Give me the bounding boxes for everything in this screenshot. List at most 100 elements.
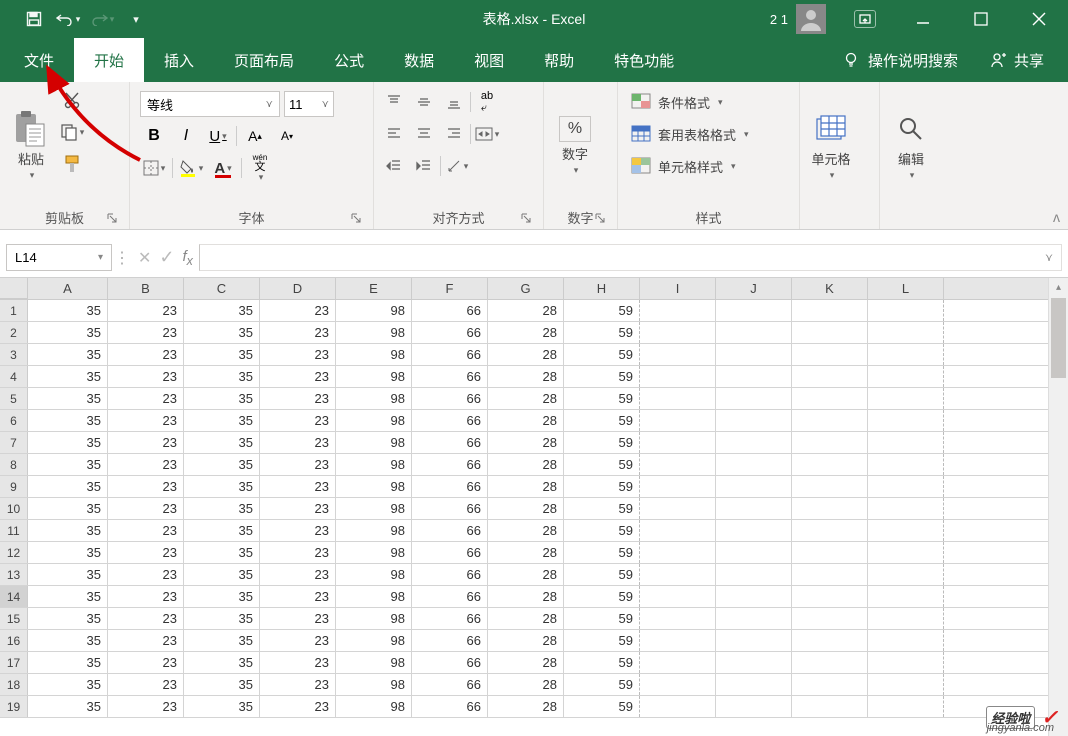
cell[interactable]: 35	[28, 674, 108, 695]
cell[interactable]: 35	[184, 520, 260, 541]
cell[interactable]	[868, 564, 944, 585]
cell[interactable]: 28	[488, 696, 564, 717]
row-header[interactable]: 7	[0, 432, 28, 453]
column-header[interactable]: A	[28, 278, 108, 299]
cell[interactable]: 23	[108, 300, 184, 321]
cell[interactable]: 35	[184, 432, 260, 453]
cell[interactable]: 98	[336, 586, 412, 607]
cell[interactable]	[716, 564, 792, 585]
cell[interactable]	[716, 344, 792, 365]
cell[interactable]: 23	[108, 454, 184, 475]
increase-indent-button[interactable]	[410, 152, 438, 180]
cell[interactable]	[868, 542, 944, 563]
cell[interactable]: 59	[564, 344, 640, 365]
tell-me-search[interactable]: 操作说明搜索	[830, 50, 970, 71]
cell[interactable]: 59	[564, 696, 640, 717]
cell[interactable]	[716, 322, 792, 343]
cell[interactable]	[868, 652, 944, 673]
cell[interactable]: 59	[564, 630, 640, 651]
row-header[interactable]: 3	[0, 344, 28, 365]
row-header[interactable]: 19	[0, 696, 28, 717]
tab-view[interactable]: 视图	[454, 38, 524, 82]
cell[interactable]: 23	[108, 696, 184, 717]
cell[interactable]	[716, 520, 792, 541]
merge-button[interactable]: ▾	[473, 120, 501, 148]
minimize-button[interactable]	[894, 0, 952, 38]
column-header[interactable]: C	[184, 278, 260, 299]
tab-formulas[interactable]: 公式	[314, 38, 384, 82]
bold-button[interactable]: B	[140, 122, 168, 150]
number-launcher[interactable]	[593, 211, 607, 225]
cell[interactable]	[868, 674, 944, 695]
cell[interactable]: 23	[260, 322, 336, 343]
column-header[interactable]: J	[716, 278, 792, 299]
save-icon[interactable]	[18, 4, 50, 34]
cell[interactable]	[640, 586, 716, 607]
cell[interactable]	[640, 476, 716, 497]
cell[interactable]: 59	[564, 586, 640, 607]
cell[interactable]: 98	[336, 542, 412, 563]
cell[interactable]	[792, 608, 868, 629]
cell[interactable]: 98	[336, 432, 412, 453]
cell[interactable]	[716, 388, 792, 409]
cell[interactable]: 66	[412, 608, 488, 629]
cell[interactable]: 66	[412, 520, 488, 541]
cell[interactable]: 23	[260, 542, 336, 563]
cell[interactable]: 59	[564, 388, 640, 409]
cell[interactable]: 23	[108, 564, 184, 585]
align-top-button[interactable]	[380, 88, 408, 116]
cell[interactable]: 66	[412, 564, 488, 585]
cell[interactable]	[640, 344, 716, 365]
cell[interactable]: 59	[564, 410, 640, 431]
cell[interactable]	[716, 300, 792, 321]
cell[interactable]: 98	[336, 696, 412, 717]
cell[interactable]: 28	[488, 498, 564, 519]
cell[interactable]: 98	[336, 652, 412, 673]
cell[interactable]	[792, 432, 868, 453]
cell[interactable]: 28	[488, 454, 564, 475]
cell[interactable]	[640, 564, 716, 585]
cell[interactable]: 23	[260, 696, 336, 717]
column-header[interactable]: G	[488, 278, 564, 299]
column-header[interactable]: K	[792, 278, 868, 299]
shrink-font-button[interactable]: A▾	[273, 122, 301, 150]
italic-button[interactable]: I	[172, 122, 200, 150]
cell[interactable]: 98	[336, 366, 412, 387]
cell[interactable]: 66	[412, 388, 488, 409]
cell[interactable]: 66	[412, 366, 488, 387]
cell[interactable]: 35	[184, 344, 260, 365]
cell[interactable]	[640, 454, 716, 475]
cell[interactable]: 35	[28, 564, 108, 585]
cell[interactable]: 28	[488, 608, 564, 629]
font-launcher[interactable]	[349, 211, 363, 225]
row-header[interactable]: 4	[0, 366, 28, 387]
copy-button[interactable]: ▾	[58, 118, 86, 146]
cell[interactable]: 35	[184, 564, 260, 585]
cell[interactable]	[792, 586, 868, 607]
cell[interactable]: 35	[184, 630, 260, 651]
cell[interactable]: 28	[488, 344, 564, 365]
cell[interactable]: 59	[564, 674, 640, 695]
align-launcher[interactable]	[519, 211, 533, 225]
insert-function-button[interactable]: fx	[183, 248, 193, 268]
row-header[interactable]: 15	[0, 608, 28, 629]
cell[interactable]: 35	[184, 476, 260, 497]
cell[interactable]: 35	[28, 410, 108, 431]
conditional-formatting-button[interactable]: 条件格式▾	[630, 88, 749, 116]
cell[interactable]: 35	[28, 432, 108, 453]
cell[interactable]: 35	[28, 652, 108, 673]
cell[interactable]: 66	[412, 476, 488, 497]
row-header[interactable]: 1	[0, 300, 28, 321]
column-header[interactable]: L	[868, 278, 944, 299]
cell[interactable]	[868, 520, 944, 541]
decrease-indent-button[interactable]	[380, 152, 408, 180]
undo-button[interactable]: ▾	[52, 4, 84, 34]
cell[interactable]: 23	[260, 344, 336, 365]
cell[interactable]	[868, 586, 944, 607]
cell[interactable]	[868, 498, 944, 519]
cell[interactable]: 98	[336, 300, 412, 321]
cell[interactable]: 23	[108, 410, 184, 431]
cell[interactable]	[640, 498, 716, 519]
cell[interactable]: 28	[488, 366, 564, 387]
cell[interactable]: 35	[28, 454, 108, 475]
